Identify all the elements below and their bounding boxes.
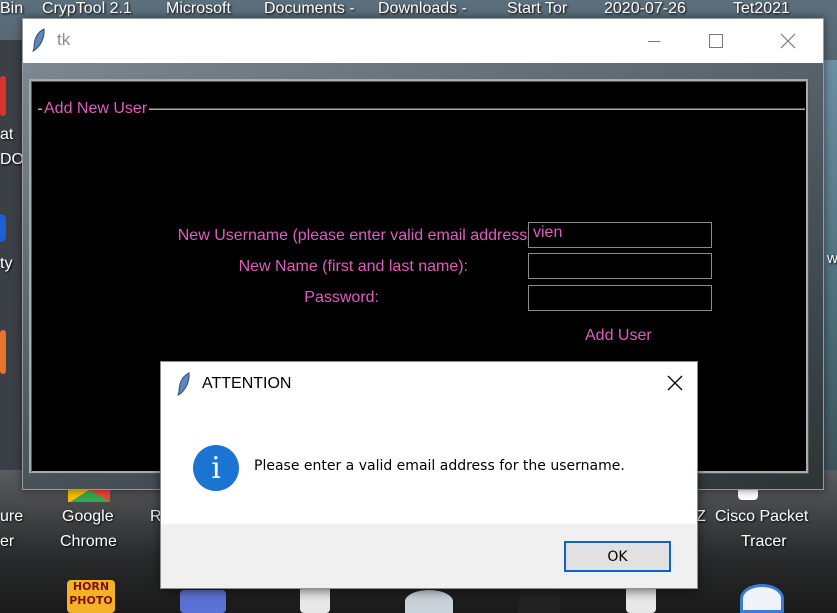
desktop-icon-label[interactable]: er — [0, 533, 14, 551]
document-icon[interactable] — [300, 586, 330, 613]
desktop-icon-label[interactable]: CrypTool 2.1 — [42, 0, 132, 18]
desktop-icon-label[interactable]: 2020-07-26 — [604, 0, 686, 18]
desktop-icon-label[interactable]: w — [827, 250, 837, 267]
app-icon[interactable] — [405, 590, 453, 613]
dialog-footer: OK — [161, 524, 697, 588]
tk-titlebar[interactable]: tk — [23, 19, 823, 63]
tk-window-title: tk — [57, 30, 71, 49]
app-icon[interactable] — [740, 584, 784, 613]
desktop-icon-label[interactable]: Tracer — [741, 533, 787, 551]
dialog-message: Please enter a valid email address for t… — [254, 458, 625, 474]
desktop-icon-label[interactable]: Start Tor — [507, 0, 567, 18]
minimize-icon — [648, 40, 660, 42]
add-user-button[interactable]: Add User — [585, 327, 652, 345]
dialog-title: ATTENTION — [202, 375, 292, 392]
attention-dialog: ATTENTION i Please enter a valid email a… — [160, 361, 698, 589]
username-input[interactable]: vien — [528, 222, 712, 248]
close-icon — [667, 375, 683, 391]
app-icon[interactable] — [0, 214, 6, 242]
labelframe-border — [38, 108, 805, 110]
desktop-icon-label[interactable]: Microsoft — [166, 0, 231, 18]
name-input[interactable] — [528, 253, 712, 279]
password-label: Password: — [304, 289, 379, 306]
dialog-close-button[interactable] — [667, 372, 683, 396]
close-icon — [780, 33, 796, 49]
desktop-icon-label[interactable]: Documents - — [264, 0, 355, 18]
name-label: New Name (first and last name): — [238, 258, 468, 275]
tk-feather-icon — [177, 372, 190, 396]
password-input[interactable] — [528, 285, 712, 311]
maximize-icon — [709, 34, 723, 48]
app-icon[interactable] — [0, 330, 6, 374]
labelframe-title: Add New User — [42, 100, 150, 118]
app-icon[interactable] — [0, 76, 6, 116]
ok-button[interactable]: OK — [564, 541, 671, 572]
username-label: New Username (please enter valid email a… — [177, 227, 537, 244]
desktop-icon-label[interactable]: ure — [0, 508, 23, 526]
desktop-icon-label[interactable]: Google — [62, 508, 114, 526]
desktop-icon-label[interactable]: Bin — [0, 0, 23, 18]
minimize-button[interactable] — [631, 19, 677, 63]
close-button[interactable] — [765, 19, 811, 63]
app-icon[interactable] — [180, 590, 226, 613]
desktop-icon-label[interactable]: Downloads - — [378, 0, 467, 18]
horn-photo-icon[interactable]: HORN PHOTO — [67, 580, 115, 613]
desktop-icon-label[interactable]: DO — [0, 151, 24, 169]
maximize-button[interactable] — [693, 19, 739, 63]
info-icon: i — [193, 445, 239, 491]
desktop-icon-label[interactable]: at — [0, 126, 13, 144]
desktop-icon-label[interactable]: Chrome — [60, 533, 117, 551]
desktop-icon-label[interactable]: ty — [0, 255, 12, 273]
document-icon[interactable] — [626, 586, 656, 613]
desktop-icon-label[interactable]: Cisco Packet — [715, 508, 808, 526]
tk-feather-icon — [32, 28, 45, 52]
desktop-icon-label[interactable]: Tet2021 — [733, 0, 790, 18]
